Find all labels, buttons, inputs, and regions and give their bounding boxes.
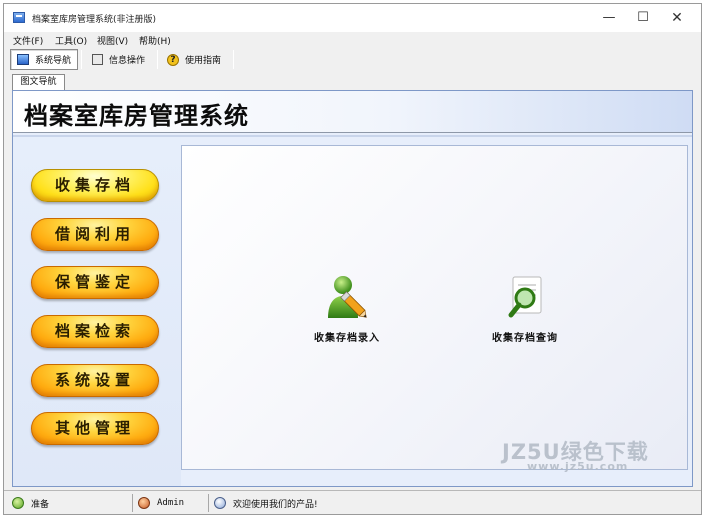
content-panel: 档案室库房管理系统 收集存档 借阅利用 保管鉴定 档案检索 系统设置 其他管理 <box>12 90 693 487</box>
status-divider <box>208 494 209 512</box>
feature-pane: 收集存档录入 收集存档查询 JZ5U绿色下载 www.jz5u.com <box>181 145 688 473</box>
monitor-icon <box>17 54 29 65</box>
nav-borrow-use-button[interactable]: 借阅利用 <box>31 218 159 251</box>
toolbar-divider <box>233 50 234 69</box>
feature-collect-query[interactable]: 收集存档查询 <box>470 274 580 344</box>
status-welcome: 欢迎使用我们的产品! <box>214 494 318 512</box>
app-logo-icon <box>13 12 25 23</box>
nav-pane: 收集存档 借阅利用 保管鉴定 档案检索 系统设置 其他管理 <box>13 137 181 486</box>
watermark-url: www.jz5u.com <box>527 460 629 473</box>
status-divider <box>132 494 133 512</box>
page-title: 档案室库房管理系统 <box>24 102 249 130</box>
toolbar-info-ops-label: 信息操作 <box>109 56 146 66</box>
nav-custody-appraisal-button[interactable]: 保管鉴定 <box>31 266 159 299</box>
toolbar-guide-button[interactable]: ? 使用指南 <box>161 49 227 70</box>
status-user: Admin <box>138 494 184 512</box>
toolbar-info-ops-button[interactable]: 信息操作 <box>86 49 151 70</box>
user-icon <box>138 497 150 509</box>
title-bar: 档案室库房管理系统(非注册版) — ☐ ✕ <box>4 4 701 32</box>
nav-system-settings-button[interactable]: 系统设置 <box>31 364 159 397</box>
menu-bar: 文件(F) 工具(O) 视图(V) 帮助(H) <box>4 32 701 48</box>
status-ready-text: 准备 <box>31 499 50 510</box>
status-welcome-text: 欢迎使用我们的产品! <box>233 499 318 510</box>
nav-other-management-button[interactable]: 其他管理 <box>31 412 159 445</box>
user-edit-icon <box>328 276 367 318</box>
toolbar-system-nav-button[interactable]: 系统导航 <box>10 49 79 70</box>
status-user-text: Admin <box>157 498 185 508</box>
window-title: 档案室库房管理系统(非注册版) <box>32 15 157 25</box>
nav-collect-archive-button[interactable]: 收集存档 <box>31 169 159 202</box>
help-icon: ? <box>167 53 179 66</box>
people-icon <box>214 497 226 509</box>
menu-help[interactable]: 帮助(H) <box>139 34 171 47</box>
menu-file[interactable]: 文件(F) <box>13 34 43 47</box>
minimize-button[interactable]: — <box>592 4 626 32</box>
feature-collect-entry-label: 收集存档录入 <box>314 333 380 344</box>
toolbar: 系统导航 信息操作 ? 使用指南 <box>4 48 701 72</box>
feature-collect-entry[interactable]: 收集存档录入 <box>292 274 402 344</box>
document-search-icon <box>508 276 542 318</box>
header-band: 档案室库房管理系统 <box>13 91 692 133</box>
maximize-button[interactable]: ☐ <box>626 4 660 32</box>
ready-icon <box>12 497 24 509</box>
toolbar-divider <box>157 50 158 69</box>
toolbar-guide-label: 使用指南 <box>185 56 222 66</box>
status-ready: 准备 <box>12 494 49 512</box>
toolbar-system-nav-label: 系统导航 <box>35 56 72 66</box>
watermark: JZ5U绿色下载 www.jz5u.com <box>502 436 692 473</box>
feature-collect-query-label: 收集存档查询 <box>492 333 558 344</box>
sheet-icon <box>92 54 103 65</box>
status-bar: 准备 Admin 欢迎使用我们的产品! <box>4 490 701 514</box>
menu-view[interactable]: 视图(V) <box>97 34 128 47</box>
nav-archive-search-button[interactable]: 档案检索 <box>31 315 159 348</box>
menu-tools[interactable]: 工具(O) <box>55 34 87 47</box>
app-window: 档案室库房管理系统(非注册版) — ☐ ✕ 文件(F) 工具(O) 视图(V) … <box>3 3 702 515</box>
tab-graphic-nav[interactable]: 图文导航 <box>12 74 65 90</box>
toolbar-divider <box>81 50 82 69</box>
close-button[interactable]: ✕ <box>660 4 694 32</box>
